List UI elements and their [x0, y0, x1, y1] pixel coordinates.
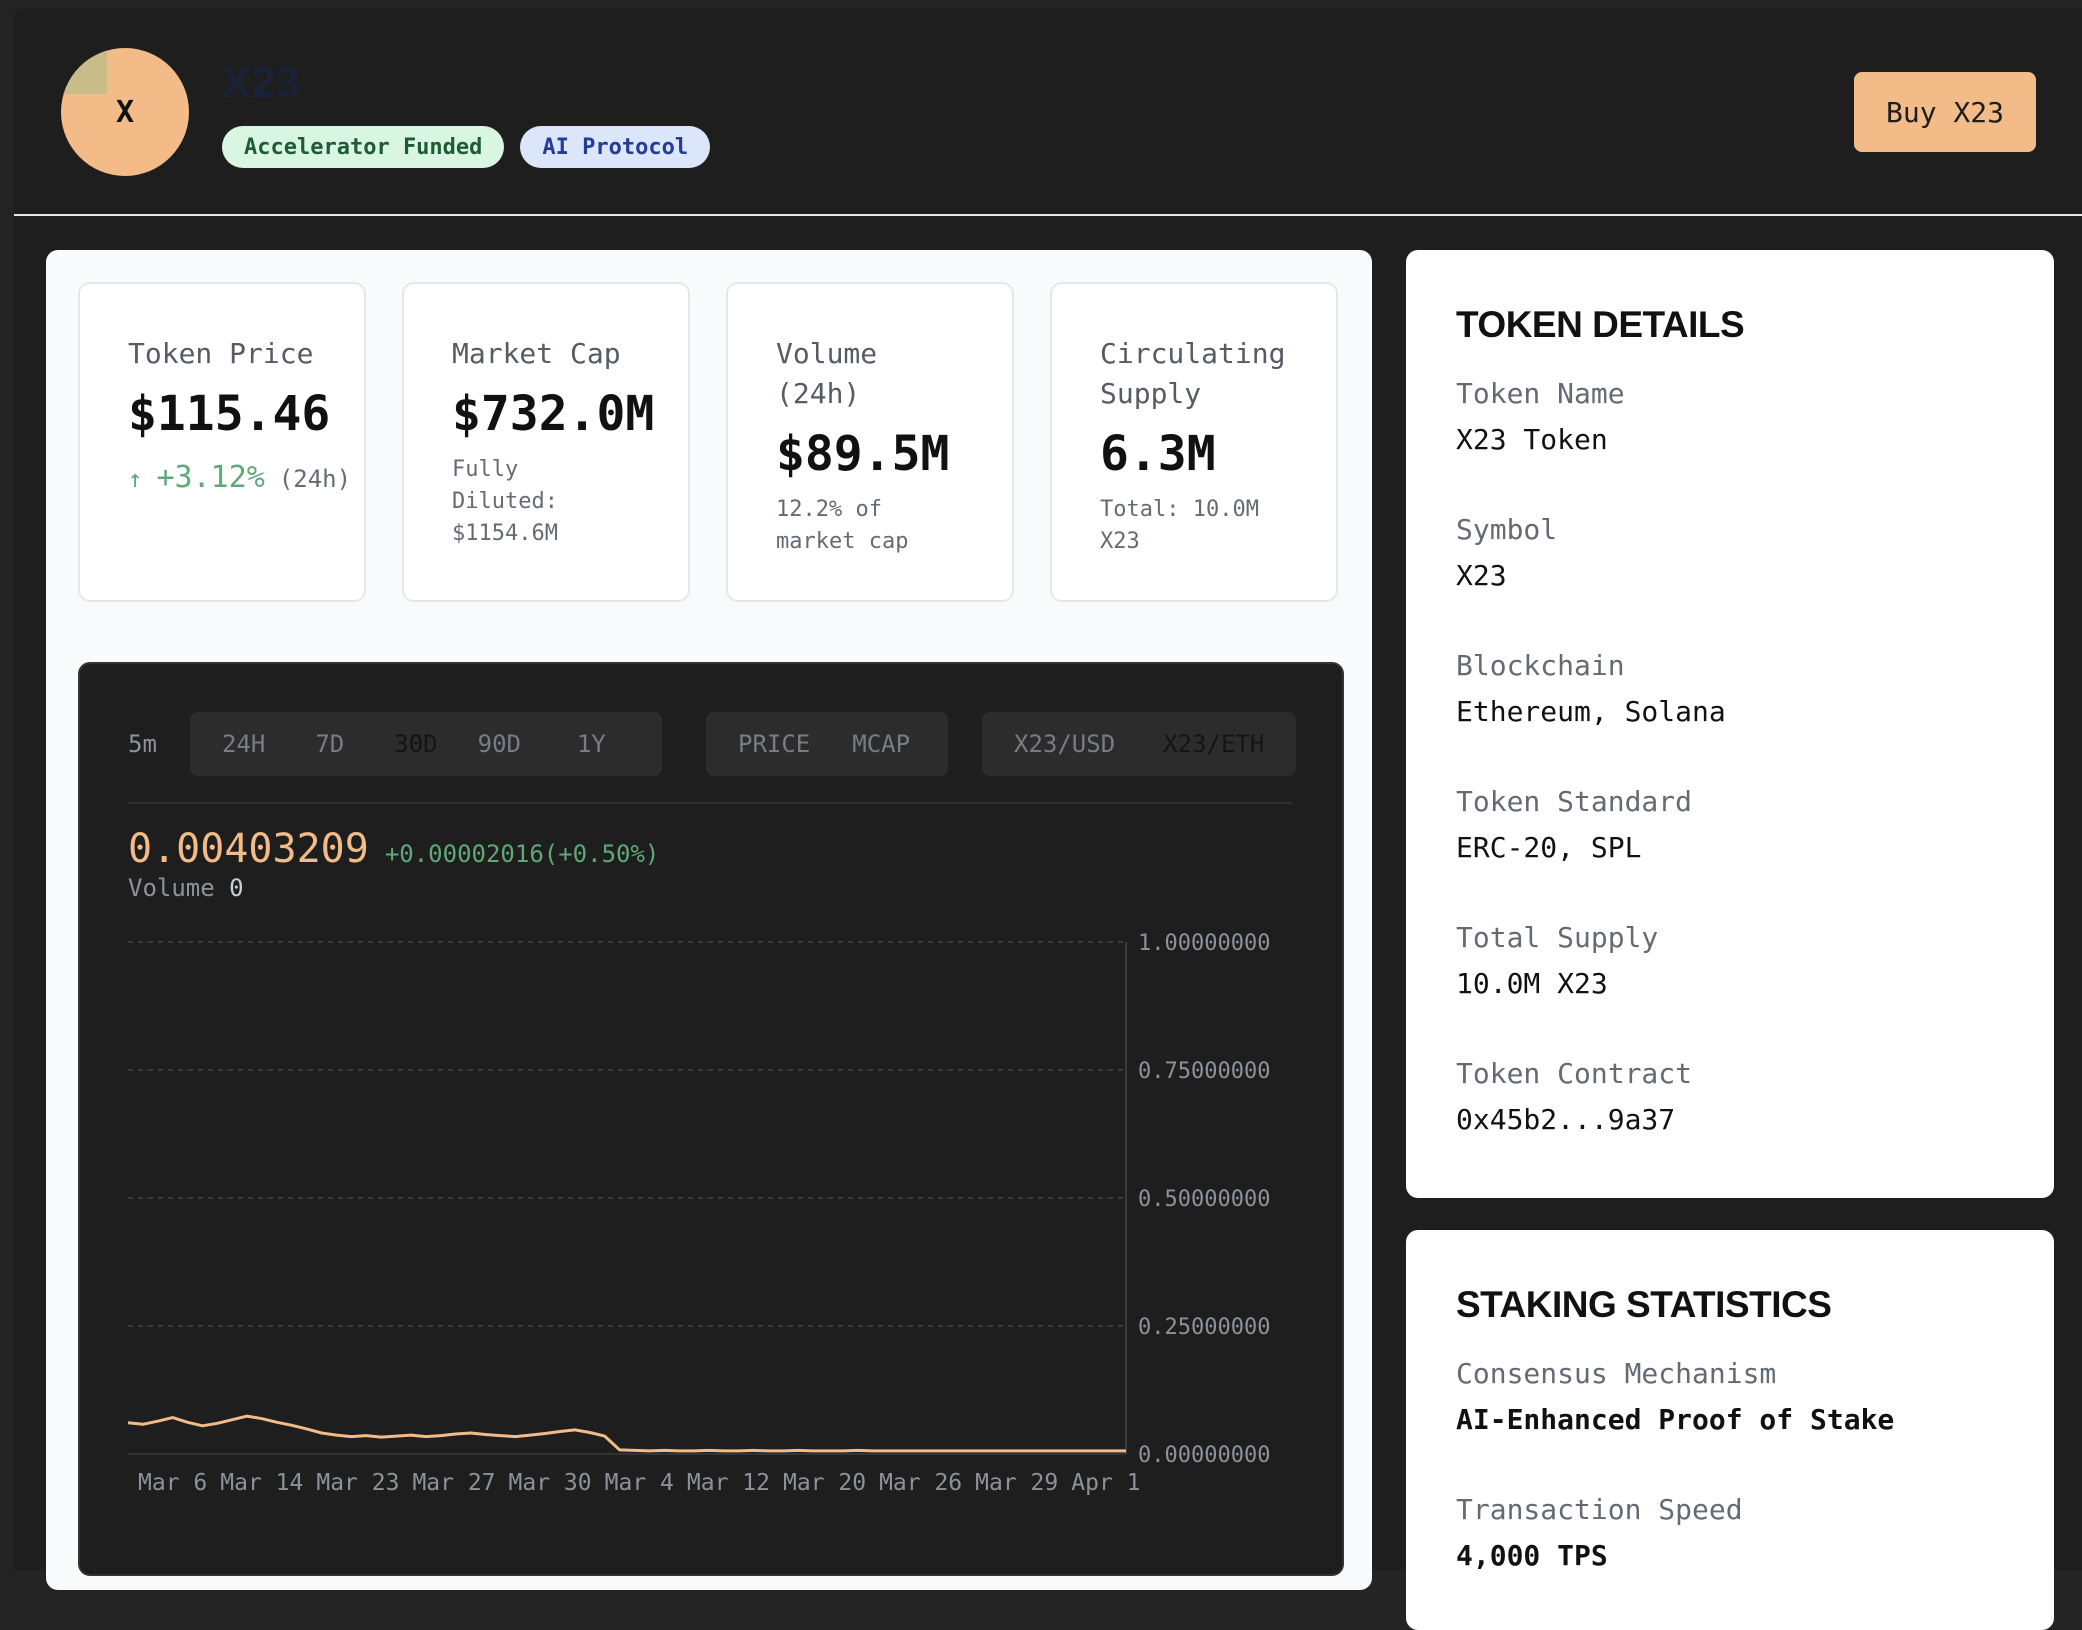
stat-label: Volume (24h) [776, 334, 966, 414]
price-change: ↑ +3.12% (24h) [128, 460, 351, 495]
staking-statistics-card: STAKING STATISTICS Consensus Mechanism A… [1406, 1230, 2054, 1630]
stat-card-market-cap: Market Cap $732.0M Fully Diluted: $1154.… [402, 282, 690, 602]
avatar-letter: X [115, 94, 135, 130]
y-tick-label: 0.25000000 [1138, 1315, 1270, 1340]
avatar-corner-accent [61, 48, 107, 94]
field-label: Symbol [1456, 513, 1558, 546]
stat-sub-line: Diluted: [452, 489, 558, 514]
stat-label-line: Volume [776, 337, 878, 370]
stat-sub-line: Fully [452, 457, 519, 482]
staking-field-consensus: Consensus Mechanism AI-Enhanced Proof of… [1456, 1354, 1894, 1440]
stat-label: Circulating Supply [1100, 334, 1290, 414]
stat-value: 6.3M [1100, 426, 1216, 482]
price-change-value: +3.12% [156, 460, 265, 495]
stat-card-circulating-supply: Circulating Supply 6.3M Total: 10.0M X23 [1050, 282, 1338, 602]
staking-field-transaction-speed: Transaction Speed 4,000 TPS [1456, 1490, 1743, 1576]
badge-row: Accelerator Funded AI Protocol [222, 126, 711, 168]
stat-label-line: Supply [1100, 377, 1202, 410]
field-value: Ethereum, Solana [1456, 695, 1726, 728]
y-axis-ticks: 1.00000000 0.75000000 0.50000000 0.25000000… [1138, 931, 1270, 1468]
field-value: X23 Token [1456, 423, 1608, 456]
stat-sub-line: Total: 10.0M [1100, 497, 1259, 522]
stat-sub-line: X23 [1100, 529, 1140, 554]
detail-field-symbol: Symbol X23 [1456, 510, 1557, 596]
token-avatar: X [61, 48, 189, 176]
detail-field-blockchain: Blockchain Ethereum, Solana [1456, 646, 1726, 732]
field-value: 4,000 TPS [1456, 1539, 1608, 1572]
field-value: 10.0M X23 [1456, 967, 1608, 1000]
token-contract-address[interactable]: 0x45b2...9a37 [1456, 1100, 1692, 1140]
x-tick-label: Mar 6 [138, 1470, 207, 1496]
badge-accelerator-funded: Accelerator Funded [222, 126, 505, 168]
x-tick-label: Mar 20 [783, 1470, 866, 1496]
y-tick-label: 0.50000000 [1138, 1187, 1270, 1212]
token-title: X23 [222, 58, 301, 107]
x-tick-label: Mar 30 [509, 1470, 592, 1496]
token-details-title: TOKEN DETAILS [1456, 304, 1745, 345]
stat-label: Market Cap [452, 337, 621, 370]
stat-label-line: (24h) [776, 377, 861, 410]
detail-field-token-contract: Token Contract 0x45b2...9a37 [1456, 1054, 1692, 1140]
field-label: Token Standard [1456, 785, 1693, 818]
field-value: AI-Enhanced Proof of Stake [1456, 1403, 1895, 1436]
stat-sub-line: market cap [776, 529, 909, 554]
stat-sub: Total: 10.0M X23 [1100, 494, 1290, 558]
stat-value: $732.0M [452, 386, 655, 442]
x-tick-label: Apr 1 [1071, 1470, 1140, 1496]
stat-value: $115.46 [128, 386, 331, 442]
x-tick-label: Mar 4 [605, 1470, 674, 1496]
stat-label: Token Price [128, 337, 314, 370]
x-tick-label: Mar 27 [412, 1470, 495, 1496]
price-series-line [127, 1414, 1126, 1453]
stat-value: $89.5M [776, 426, 950, 482]
app-frame: X X23 Accelerator Funded AI Protocol Buy… [14, 8, 2082, 1630]
field-label: Consensus Mechanism [1456, 1357, 1777, 1390]
x-tick-labels: Mar 6 Mar 14 Mar 23 Mar 27 Mar 30 Mar 4 Mar 12… [138, 1470, 1141, 1496]
stat-card-token-price: Token Price $115.46 ↑ +3.12% (24h) [78, 282, 366, 602]
token-header: X X23 Accelerator Funded AI Protocol Buy… [14, 8, 2082, 216]
buy-token-button[interactable]: Buy X23 [1854, 72, 2036, 152]
x-tick-label: Mar 12 [687, 1470, 770, 1496]
badge-ai-protocol: AI Protocol [520, 126, 711, 168]
detail-field-token-name: Token Name X23 Token [1456, 374, 1625, 460]
field-label: Token Contract [1456, 1057, 1693, 1090]
field-value: X23 [1456, 559, 1507, 592]
stat-sub: 12.2% of market cap [776, 494, 966, 558]
x-axis-ticks: Mar 6 Mar 14 Mar 23 Mar 27 Mar 30 Mar 4 Mar 12… [138, 1470, 1141, 1496]
detail-field-total-supply: Total Supply 10.0M X23 [1456, 918, 1658, 1004]
x-tick-label: Mar 23 [316, 1470, 399, 1496]
price-change-period: (24h) [278, 465, 352, 493]
x-tick-label: Mar 26 [879, 1470, 962, 1496]
stat-sub: Fully Diluted: $1154.6M [452, 454, 642, 550]
arrow-up-icon: ↑ [128, 465, 143, 493]
main-panel: Token Price $115.46 ↑ +3.12% (24h) Marke… [46, 250, 1372, 1590]
stat-sub-line: 12.2% of [776, 497, 882, 522]
price-chart-panel: 5m 24H 7D 30D 90D 1Y PRICE MCAP X23/USD … [78, 662, 1344, 1576]
field-label: Transaction Speed [1456, 1493, 1743, 1526]
y-tick-label: 0.00000000 [1138, 1443, 1270, 1468]
token-details-card: TOKEN DETAILS Token Name X23 Token Symbo… [1406, 250, 2054, 1198]
x-tick-label: Mar 14 [220, 1470, 303, 1496]
chart-grid [128, 941, 1126, 1455]
detail-field-token-standard: Token Standard ERC-20, SPL [1456, 782, 1692, 868]
field-label: Total Supply [1456, 921, 1659, 954]
x-tick-label: Mar 29 [975, 1470, 1058, 1496]
field-label: Token Name [1456, 377, 1625, 410]
field-value: ERC-20, SPL [1456, 831, 1642, 864]
y-tick-label: 1.00000000 [1138, 931, 1270, 956]
stat-card-volume: Volume (24h) $89.5M 12.2% of market cap [726, 282, 1014, 602]
field-label: Blockchain [1456, 649, 1625, 682]
stat-sub-line: $1154.6M [452, 521, 558, 546]
staking-statistics-title: STAKING STATISTICS [1456, 1284, 1832, 1325]
y-tick-label: 0.75000000 [1138, 1059, 1270, 1084]
price-line-chart[interactable]: 1.00000000 0.75000000 0.50000000 0.25000000… [80, 664, 1342, 1574]
stat-label-line: Circulating [1100, 337, 1286, 370]
